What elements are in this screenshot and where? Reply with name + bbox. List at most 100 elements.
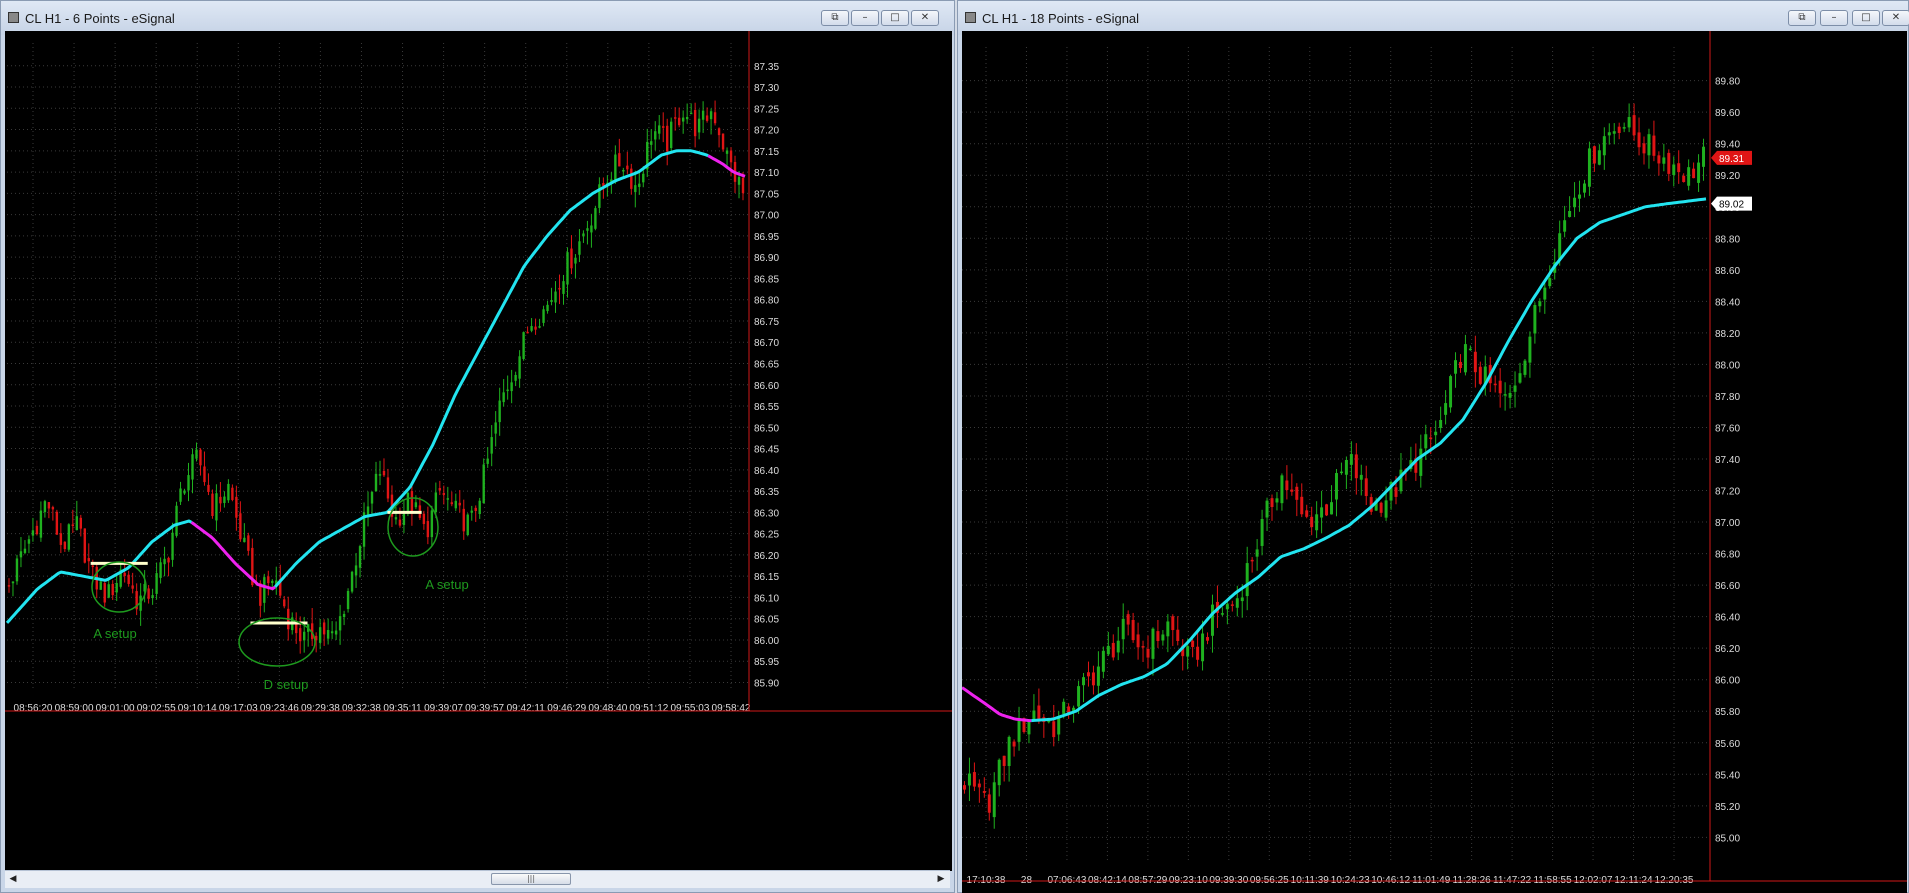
candle-body xyxy=(1498,380,1502,394)
chart-background xyxy=(962,31,1907,893)
candle-body xyxy=(1077,686,1081,707)
candle-body xyxy=(1528,336,1532,363)
y-tick-label: 88.20 xyxy=(1715,329,1740,340)
candle-body xyxy=(330,631,334,634)
y-tick-label: 86.35 xyxy=(754,487,779,498)
y-tick-label: 86.30 xyxy=(754,508,779,519)
candle-body xyxy=(195,449,198,459)
x-tick-label: 09:17:03 xyxy=(219,703,258,714)
restore-icon[interactable]: ⧉ xyxy=(1788,10,1816,26)
candle-body xyxy=(1330,502,1334,515)
candle-body xyxy=(454,500,457,509)
candle-body xyxy=(1191,640,1195,647)
candle-body xyxy=(1250,559,1254,562)
candle-body xyxy=(1220,613,1224,615)
y-tick-label: 89.40 xyxy=(1715,140,1740,151)
candle-body xyxy=(1558,233,1562,260)
candle-body xyxy=(1667,152,1671,174)
candle-body xyxy=(378,474,382,476)
candle-body xyxy=(322,622,326,635)
candle-body xyxy=(111,583,114,596)
x-tick-label: 09:58:42 xyxy=(712,703,751,714)
window-titlebar[interactable]: CL H1 - 6 Points - eSignal ⧉ – □ ✕ xyxy=(1,1,954,35)
candle-body xyxy=(1270,498,1274,508)
restore-icon[interactable]: ⧉ xyxy=(821,10,849,26)
candle-body xyxy=(103,583,106,603)
candle-body xyxy=(1106,645,1110,655)
y-tick-label: 86.80 xyxy=(1715,550,1740,561)
minimize-icon[interactable]: – xyxy=(851,10,879,26)
candle-body xyxy=(1161,634,1165,641)
y-tick-label: 88.80 xyxy=(1715,234,1740,245)
candle-body xyxy=(1230,604,1234,606)
candle-body xyxy=(115,583,118,593)
candle-body xyxy=(1186,646,1190,657)
candle-body xyxy=(502,392,505,403)
candle-body xyxy=(614,154,617,183)
scroll-left-icon[interactable]: ◀ xyxy=(7,873,19,885)
y-tick-label: 89.80 xyxy=(1715,77,1740,88)
candle-body xyxy=(299,628,302,642)
candle-body xyxy=(982,791,986,793)
candle-body xyxy=(1657,155,1661,164)
y-tick-label: 87.20 xyxy=(1715,487,1740,498)
candle-body xyxy=(1439,419,1443,428)
candle-body xyxy=(741,177,745,194)
candle-body xyxy=(1201,633,1205,662)
minimize-icon[interactable]: – xyxy=(1820,10,1848,26)
horizontal-scrollbar[interactable]: ◀ ||| ▶ xyxy=(5,870,950,888)
chart-window-6-points[interactable]: CL H1 - 6 Points - eSignal ⧉ – □ ✕ 87.35… xyxy=(0,0,955,893)
candle-body xyxy=(1493,383,1497,386)
price-chart[interactable]: 89.8089.6089.4089.2089.0088.8088.6088.40… xyxy=(962,31,1907,893)
candle-body xyxy=(63,541,67,550)
candle-body xyxy=(634,185,637,193)
chart-window-18-points[interactable]: CL H1 - 18 Points - eSignal ⧉ – □ ✕ 89.8… xyxy=(957,0,1909,893)
candle-body xyxy=(1295,486,1299,500)
candle-body xyxy=(542,309,545,323)
candle-body xyxy=(1394,487,1398,497)
candle-body xyxy=(1602,136,1606,156)
scroll-thumb[interactable]: ||| xyxy=(491,873,571,885)
candle-body xyxy=(1285,480,1289,491)
candle-body xyxy=(107,584,110,598)
y-tick-label: 86.20 xyxy=(754,551,779,562)
y-tick-label: 87.20 xyxy=(754,126,779,137)
candle-body xyxy=(131,585,134,589)
x-tick-label: 09:02:55 xyxy=(137,703,176,714)
price-chart[interactable]: 87.35 87.30 87.25 87.20 87.15 87.10 87.05 87.00… xyxy=(5,31,952,871)
candle-body xyxy=(302,631,306,641)
candle-body xyxy=(346,590,350,610)
candle-body xyxy=(478,500,481,514)
candle-body xyxy=(1672,164,1676,175)
candle-body xyxy=(1344,459,1348,475)
y-tick-label: 86.25 xyxy=(754,530,779,541)
y-tick-label: 86.00 xyxy=(1715,676,1740,687)
candle-body xyxy=(578,241,581,255)
candle-body xyxy=(972,772,976,787)
candle-body xyxy=(1052,721,1056,738)
candle-body xyxy=(510,382,513,392)
window-titlebar[interactable]: CL H1 - 18 Points - eSignal ⧉ – □ ✕ xyxy=(958,1,1909,35)
candle-body xyxy=(462,508,465,532)
candle-body xyxy=(55,511,59,535)
candle-body xyxy=(11,581,15,584)
scroll-right-icon[interactable]: ▶ xyxy=(935,873,947,885)
candle-body xyxy=(1538,301,1542,307)
candle-body xyxy=(666,125,669,152)
candle-body xyxy=(1240,597,1244,602)
candle-body xyxy=(1012,741,1016,747)
candle-body xyxy=(51,507,55,510)
maximize-icon[interactable]: □ xyxy=(881,10,909,26)
candle-body xyxy=(1305,510,1309,517)
candle-body xyxy=(1171,616,1175,631)
candle-body xyxy=(1473,351,1477,373)
close-icon[interactable]: ✕ xyxy=(911,10,939,26)
candle-body xyxy=(358,546,362,568)
candle-body xyxy=(215,493,218,521)
maximize-icon[interactable]: □ xyxy=(1852,10,1880,26)
candle-body xyxy=(1513,385,1517,392)
close-icon[interactable]: ✕ xyxy=(1882,10,1909,26)
chart-background xyxy=(5,31,952,871)
x-tick-label: 09:42:11 xyxy=(507,703,546,714)
candle-body xyxy=(1210,604,1214,636)
